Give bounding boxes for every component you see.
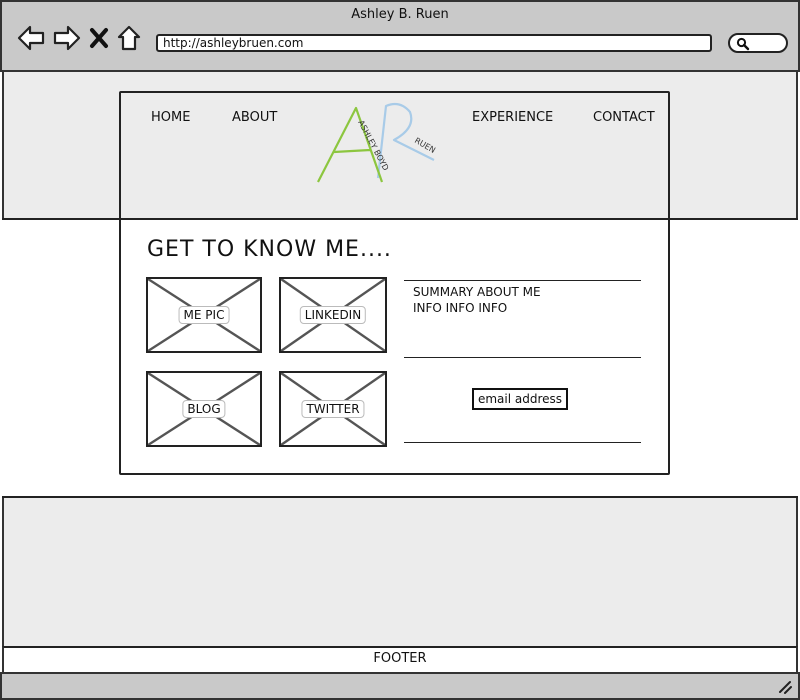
footer: FOOTER <box>2 646 798 672</box>
tile-label: TWITTER <box>301 400 365 418</box>
window-title: Ashley B. Ruen <box>351 7 449 22</box>
browser-search-field[interactable] <box>728 33 788 53</box>
resize-grip-icon[interactable] <box>778 680 792 694</box>
nav-link-contact[interactable]: CONTACT <box>593 110 655 125</box>
status-bar <box>0 672 800 700</box>
page-heading: GET TO KNOW ME.... <box>147 237 392 262</box>
url-bar[interactable]: http://ashleybruen.com <box>156 34 712 52</box>
divider <box>404 442 641 443</box>
browser-chrome: Ashley B. Ruen http://ashleybruen.com <box>0 0 800 72</box>
logo-text-left: ASHLEY BOYD <box>356 119 390 172</box>
lower-band <box>2 498 798 646</box>
divider <box>404 357 641 358</box>
back-arrow-icon[interactable] <box>16 24 46 52</box>
forward-arrow-icon[interactable] <box>52 24 82 52</box>
tile-label: BLOG <box>182 400 226 418</box>
footer-label: FOOTER <box>373 651 427 666</box>
browser-window: Ashley B. Ruen http://ashleybruen.com FO… <box>0 0 800 700</box>
email-button[interactable]: email address <box>472 388 568 410</box>
tile-label: LINKEDIN <box>299 306 367 324</box>
me-pic-placeholder: ME PIC <box>146 277 262 353</box>
summary-text: SUMMARY ABOUT ME INFO INFO INFO <box>413 285 541 315</box>
twitter-placeholder[interactable]: TWITTER <box>279 371 387 447</box>
blog-placeholder[interactable]: BLOG <box>146 371 262 447</box>
site-logo[interactable]: ASHLEY BOYD RUEN <box>316 100 446 186</box>
linkedin-placeholder[interactable]: LINKEDIN <box>279 277 387 353</box>
nav-link-about[interactable]: ABOUT <box>232 110 277 125</box>
close-icon[interactable] <box>88 24 110 52</box>
search-icon <box>736 37 750 51</box>
browser-nav-controls <box>16 24 142 52</box>
divider <box>404 280 641 281</box>
home-icon[interactable] <box>116 24 142 52</box>
tile-label: ME PIC <box>178 306 230 324</box>
nav-link-experience[interactable]: EXPERIENCE <box>472 110 553 125</box>
nav-link-home[interactable]: HOME <box>151 110 190 125</box>
